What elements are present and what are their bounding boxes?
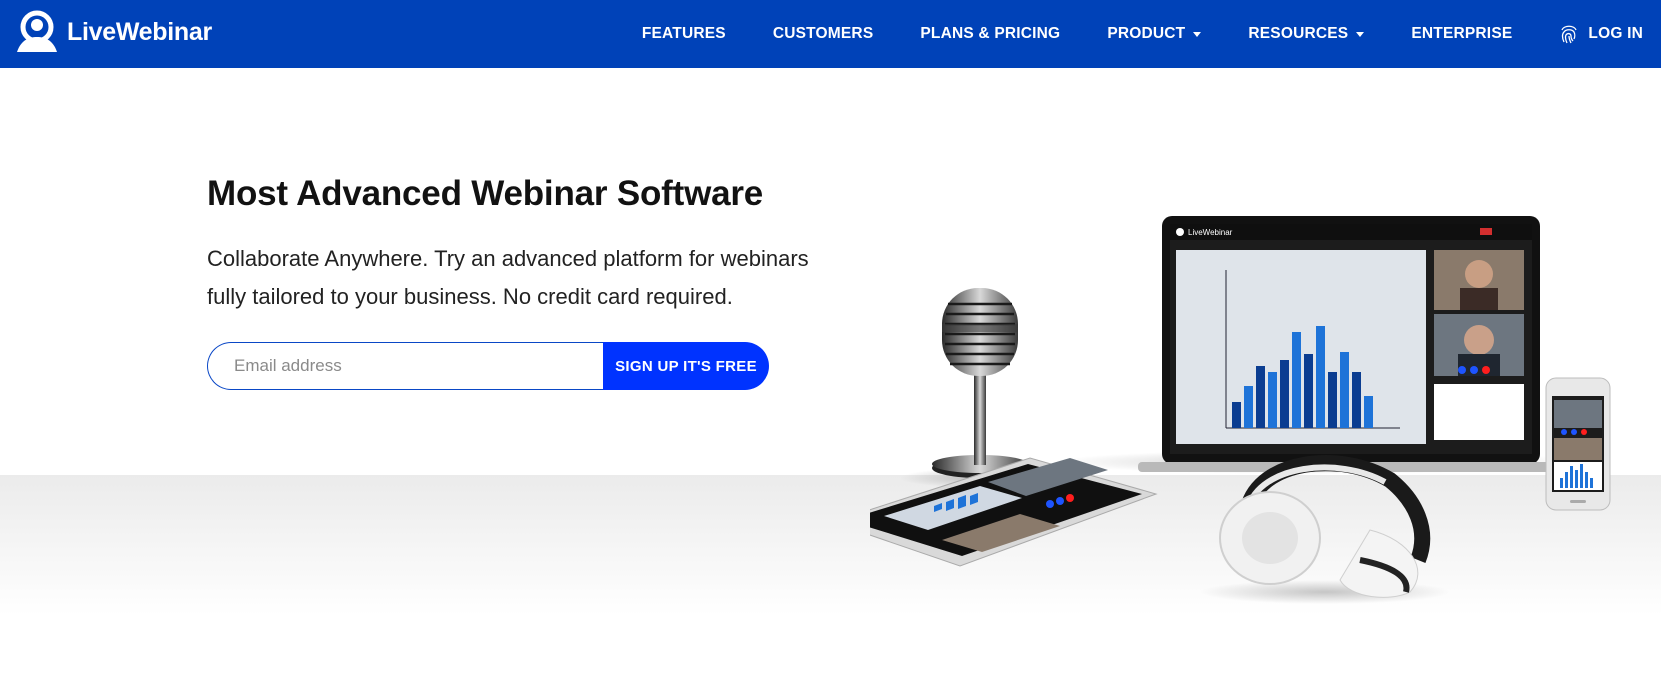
login-label: LOG IN [1588, 25, 1643, 42]
hero-subtitle-line: fully tailored to your business. No cred… [207, 284, 733, 309]
microphone-image [900, 288, 1060, 488]
page: LiveWebinar FEATURES CUSTOMERS PLANS & P… [0, 0, 1661, 687]
nav-label: PLANS & PRICING [920, 25, 1061, 42]
logo-icon [17, 10, 57, 52]
top-navbar: LiveWebinar FEATURES CUSTOMERS PLANS & P… [0, 0, 1661, 68]
nav-label: PRODUCT [1107, 25, 1186, 42]
hero-subtitle-line: Collaborate Anywhere. Try an advanced pl… [207, 246, 809, 271]
headphones-image [1200, 455, 1450, 604]
nav-resources[interactable]: RESOURCES [1248, 25, 1365, 43]
hero-subtitle: Collaborate Anywhere. Try an advanced pl… [207, 240, 887, 316]
login-link[interactable]: LOG IN [1559, 23, 1643, 45]
nav-label: ENTERPRISE [1411, 25, 1513, 42]
nav-features[interactable]: FEATURES [642, 25, 726, 43]
main-nav: FEATURES CUSTOMERS PLANS & PRICING PRODU… [642, 0, 1661, 68]
nav-label: CUSTOMERS [772, 25, 874, 42]
nav-product[interactable]: PRODUCT [1107, 25, 1202, 43]
chevron-down-icon [1356, 31, 1365, 37]
signup-form: SIGN UP IT'S FREE [207, 342, 769, 390]
brand-logo[interactable]: LiveWebinar [13, 10, 212, 54]
logo-icon [1176, 228, 1184, 236]
brand-name: LiveWebinar [67, 17, 212, 46]
email-input[interactable] [207, 342, 603, 390]
hero-title: Most Advanced Webinar Software [207, 174, 764, 213]
signup-button[interactable]: SIGN UP IT'S FREE [603, 342, 769, 390]
nav-label: FEATURES [641, 25, 726, 42]
nav-plans-pricing[interactable]: PLANS & PRICING [920, 25, 1060, 43]
nav-customers[interactable]: CUSTOMERS [773, 25, 874, 43]
fingerprint-icon [1561, 25, 1578, 44]
laptop-brand: LiveWebinar [1188, 228, 1233, 237]
laptop-image: LiveWebinar [1055, 216, 1575, 474]
chevron-down-icon [1193, 31, 1202, 37]
nav-label: RESOURCES [1248, 25, 1349, 42]
hero-illustration: LiveWebinar [870, 216, 1611, 604]
nav-enterprise[interactable]: ENTERPRISE [1411, 25, 1512, 43]
phone-image [1545, 377, 1611, 511]
